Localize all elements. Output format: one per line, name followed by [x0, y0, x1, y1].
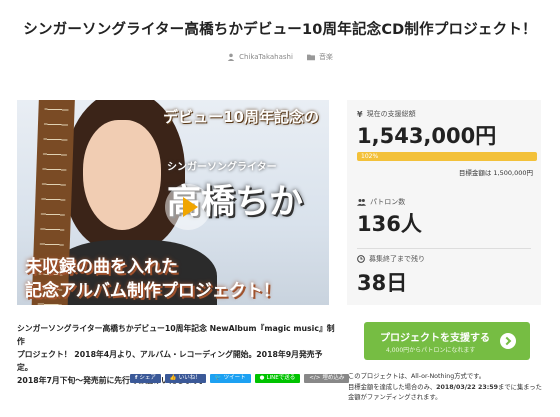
- note-line-3: 金額がファンディングされます。: [348, 394, 442, 401]
- deadline-date: 2018/03/22 23:59: [436, 383, 499, 391]
- artist-face: [83, 120, 161, 230]
- folder-icon: [306, 54, 315, 61]
- funding-panel: ¥ 現在の支援総額 1,543,000円 102% 目標金額は 1,500,00…: [347, 100, 541, 305]
- embed-label: 埋め込み: [322, 375, 345, 381]
- facebook-icon: f: [135, 375, 138, 381]
- support-button-sublabel: 4,000円からパトロンになれます: [386, 347, 476, 354]
- users-icon: [357, 199, 366, 206]
- line-icon: ●: [259, 375, 265, 381]
- author-link[interactable]: ChikaTakahashi: [227, 52, 293, 62]
- note-line-2: 目標金額を達成した場合のみ、2018/03/22 23:59までに集まった: [348, 383, 548, 394]
- note-line-2-pre: 目標金額を達成した場合のみ、: [348, 383, 437, 391]
- like-label: いいね！: [178, 375, 201, 381]
- raised-label-row: ¥ 現在の支援総額: [357, 109, 416, 119]
- hero-line-2: 記念アルバム制作プロジェクト！: [25, 281, 280, 301]
- project-meta: ChikaTakahashi 音楽: [0, 52, 560, 62]
- hero-banner-top: デビュー10周年記念の: [163, 108, 319, 126]
- note-line-2-post: までに集まった: [498, 383, 542, 391]
- facebook-like-button[interactable]: 👍 いいね！: [164, 374, 206, 383]
- days-label: 募集終了まで残り: [369, 255, 425, 263]
- target-amount: 目標金額は 1,500,000円: [458, 169, 533, 177]
- raised-label: 現在の支援総額: [366, 110, 416, 118]
- embed-button[interactable]: </> 埋め込み: [304, 374, 350, 383]
- project-video[interactable]: デビュー10周年記念の シンガーソングライター 高橋ちか 未収録の曲を入れた 記…: [17, 100, 329, 305]
- support-button-label: プロジェクトを支援する: [380, 333, 490, 344]
- line-label: LINEで送る: [266, 375, 296, 381]
- hero-subtitle: シンガーソングライター: [167, 162, 277, 173]
- support-project-button[interactable]: プロジェクトを支援する 4,000円からパトロンになれます: [364, 322, 530, 360]
- page-title: シンガーソングライター高橋ちかデビュー10周年記念CD制作プロジェクト！: [23, 22, 537, 38]
- clock-icon: [357, 255, 365, 263]
- share-buttons: f シェア 👍 いいね！ 🐦 ツイート ● LINEで送る </> 埋め込み: [130, 374, 350, 383]
- backers-label-row: パトロン数: [357, 197, 405, 207]
- days-remaining: 38日: [357, 271, 408, 295]
- twitter-icon: 🐦: [214, 375, 222, 381]
- category-name: 音楽: [318, 53, 333, 61]
- raised-amount: 1,543,000円: [357, 124, 497, 148]
- user-icon: [227, 53, 235, 61]
- backers-count: 136人: [357, 212, 422, 236]
- hero-line-1: 未収録の曲を入れた: [25, 257, 178, 277]
- facebook-share-label: シェア: [139, 375, 156, 381]
- tweet-button[interactable]: 🐦 ツイート: [209, 374, 251, 383]
- tweet-label: ツイート: [223, 375, 246, 381]
- code-icon: </>: [309, 375, 321, 381]
- days-label-row: 募集終了まで残り: [357, 254, 425, 264]
- facebook-share-button[interactable]: f シェア: [130, 374, 161, 383]
- description-line: プロジェクト！ 2018年4月より、アルバム・レコーディング開始。2018年9月…: [17, 350, 323, 372]
- funding-note: このプロジェクトは、All-or-Nothing方式です。 目標金額を達成した場…: [348, 372, 548, 404]
- thumbs-up-icon: 👍: [169, 375, 177, 381]
- note-line-1: このプロジェクトは、All-or-Nothing方式です。: [348, 373, 486, 380]
- yen-icon: ¥: [357, 109, 363, 119]
- backers-label: パトロン数: [370, 198, 406, 206]
- description-line: シンガーソングライター高橋ちかデビュー10周年記念 NewAlbum『magic…: [17, 324, 335, 346]
- funding-progress-bar: 102%: [357, 152, 537, 161]
- panel-divider: [357, 248, 531, 249]
- category-link[interactable]: 音楽: [306, 52, 333, 62]
- line-share-button[interactable]: ● LINEで送る: [254, 374, 301, 383]
- author-name: ChikaTakahashi: [239, 53, 293, 61]
- play-icon[interactable]: [165, 184, 211, 230]
- arrow-right-icon: [500, 333, 516, 349]
